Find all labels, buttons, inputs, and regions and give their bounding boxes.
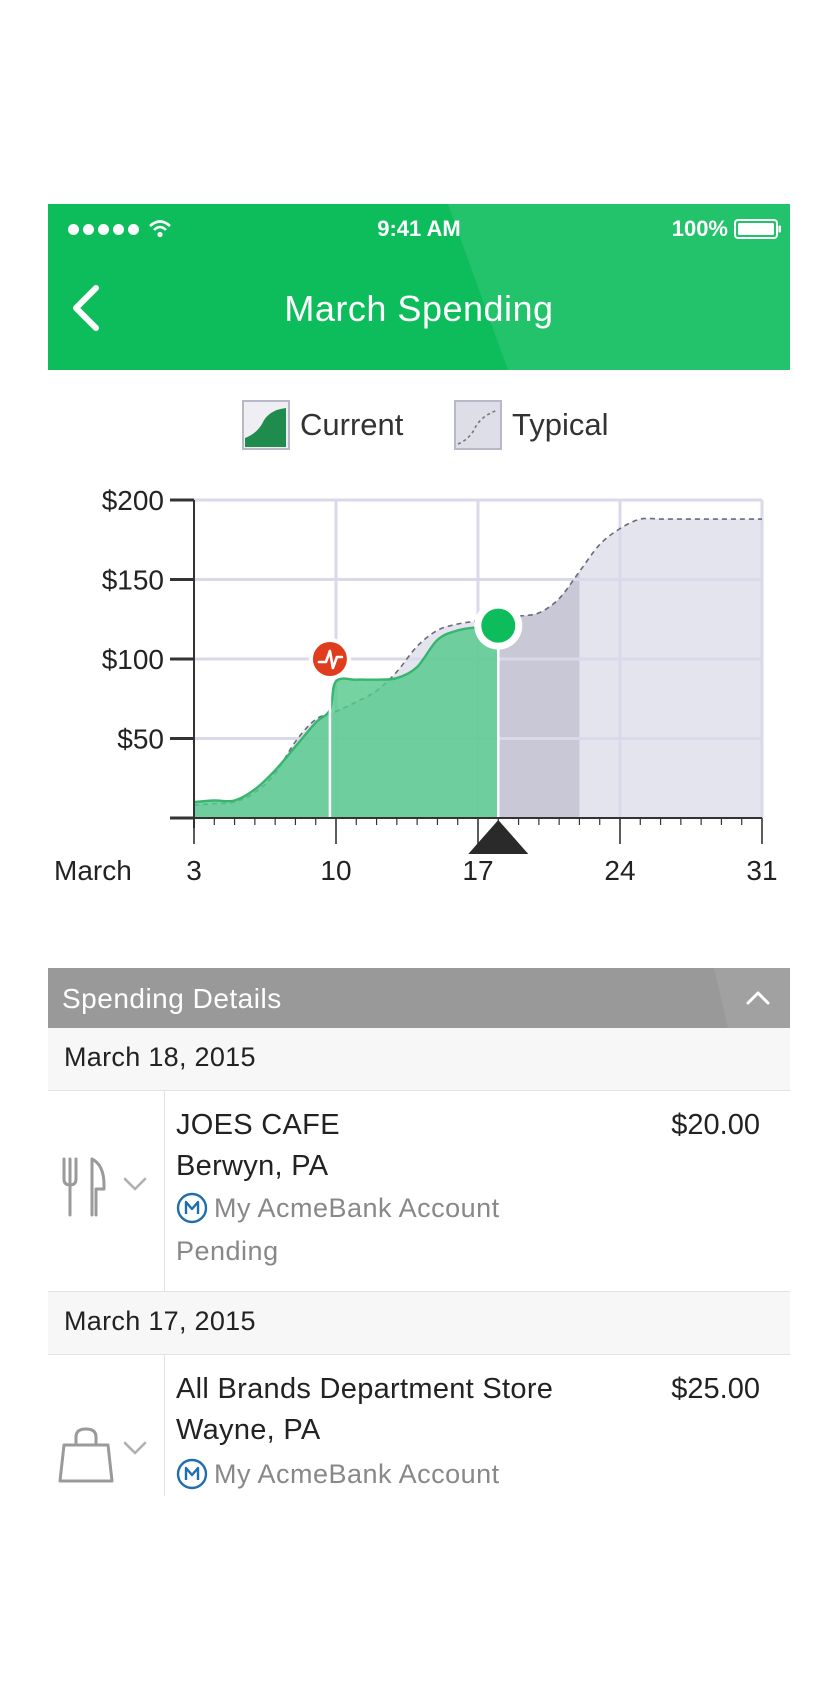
battery-icon: [734, 219, 781, 239]
acmebank-logo-icon: [176, 1192, 208, 1224]
x-tick-label: 31: [746, 855, 777, 886]
alert-pulse-icon: [312, 642, 347, 676]
shopping-bag-icon: [58, 1427, 114, 1483]
legend-typical[interactable]: Typical: [454, 400, 608, 450]
x-tick-label: 17: [462, 855, 493, 886]
current-point: [481, 608, 516, 643]
account-name: My AcmeBank Account: [214, 1459, 500, 1489]
transaction-status: Pending: [176, 1236, 279, 1266]
category-cell: [48, 1091, 165, 1291]
date-row: March 17, 2015: [48, 1292, 790, 1355]
typical-area-icon: [454, 400, 502, 450]
legend-current[interactable]: Current: [242, 400, 403, 450]
transaction-row[interactable]: All Brands Department Store Wayne, PA $2…: [48, 1355, 790, 1496]
merchant-location: Berwyn, PA: [176, 1150, 329, 1182]
spending-details-header[interactable]: Spending Details: [48, 968, 790, 1028]
chevron-down-icon[interactable]: [120, 1171, 150, 1197]
date-row: March 18, 2015: [48, 1028, 790, 1091]
transaction-amount: $25.00: [671, 1373, 760, 1405]
x-tick-label: 3: [186, 855, 202, 886]
page-title: March Spending: [284, 288, 554, 329]
x-tick-label: 10: [320, 855, 351, 886]
y-tick-label: $50: [117, 724, 164, 755]
y-tick-label: $100: [102, 644, 164, 675]
battery-percent: 100%: [671, 216, 728, 241]
y-tick-label: $200: [102, 485, 164, 516]
account-name: My AcmeBank Account: [214, 1193, 500, 1223]
date-label: March 17, 2015: [64, 1306, 256, 1336]
acmebank-logo-icon: [176, 1458, 208, 1490]
spending-details-title: Spending Details: [62, 983, 282, 1014]
account-row: My AcmeBank Account: [176, 1457, 500, 1491]
fork-knife-icon: [62, 1157, 106, 1217]
current-area-icon: [242, 400, 290, 450]
spending-chart[interactable]: $200 $150 $100 $50 March 3 10 17 24 31: [48, 460, 790, 950]
merchant-name: All Brands Department Store: [176, 1373, 554, 1405]
top-bar: 9:41 AM 100% March Spending: [48, 204, 790, 370]
transaction-amount: $20.00: [671, 1109, 760, 1141]
x-tick-label: 24: [604, 855, 635, 886]
x-axis-month-label: March: [54, 855, 132, 886]
chart-legend: Current Typical: [48, 400, 790, 456]
account-row: My AcmeBank Account: [176, 1191, 500, 1225]
collapse-button[interactable]: [736, 978, 780, 1018]
transaction-row[interactable]: JOES CAFE Berwyn, PA $20.00 My AcmeBank …: [48, 1091, 790, 1292]
date-label: March 18, 2015: [64, 1042, 256, 1072]
merchant-location: Wayne, PA: [176, 1414, 321, 1446]
battery-status: 100%: [672, 214, 782, 244]
phone-screen: 9:41 AM 100% March Spending Current Typi…: [48, 204, 790, 1496]
chevron-down-icon[interactable]: [120, 1435, 150, 1461]
chevron-up-icon: [746, 991, 770, 1005]
legend-typical-label: Typical: [512, 407, 609, 442]
projected-band: [498, 518, 580, 818]
category-cell: [48, 1355, 165, 1496]
merchant-name: JOES CAFE: [176, 1109, 340, 1141]
y-tick-label: $150: [102, 565, 164, 596]
legend-current-label: Current: [300, 407, 404, 442]
